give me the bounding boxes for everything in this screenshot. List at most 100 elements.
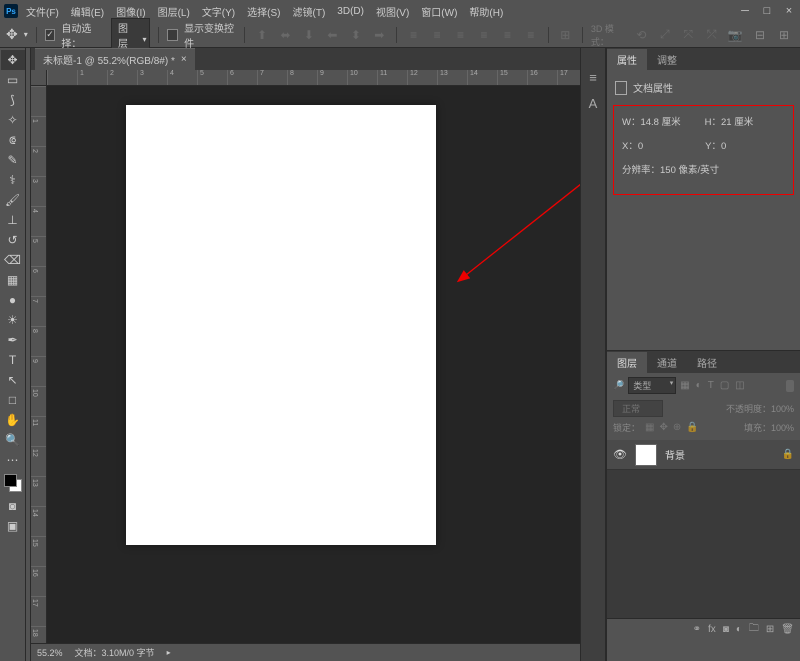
status-docinfo[interactable]: 文档：3.10M/0 字节 xyxy=(75,646,155,659)
3d-roll-icon[interactable]: ⤢ xyxy=(656,25,673,45)
history-brush-tool[interactable]: ↺ xyxy=(1,230,25,250)
magic-wand-tool[interactable]: ✧ xyxy=(1,110,25,130)
brush-tool[interactable]: 🖌 xyxy=(1,190,25,210)
show-transform-checkbox[interactable] xyxy=(167,29,178,41)
layer-thumbnail[interactable] xyxy=(635,444,657,466)
visibility-icon[interactable]: 👁 xyxy=(613,448,627,461)
document-tab[interactable]: 未标题-1 @ 55.2%(RGB/8#) * × xyxy=(35,48,195,70)
quick-mask[interactable]: ◙ xyxy=(1,496,25,516)
tab-layers[interactable]: 图层 xyxy=(607,352,647,373)
stamp-tool[interactable]: ⊥ xyxy=(1,210,25,230)
lock-position-icon[interactable]: ✥ xyxy=(659,422,667,433)
shape-tool[interactable]: □ xyxy=(1,390,25,410)
distribute-icon-6[interactable]: ≡ xyxy=(522,25,539,45)
filter-type-icon[interactable]: T xyxy=(708,380,714,391)
arrange-icon[interactable]: ⊞ xyxy=(557,25,574,45)
maximize-button[interactable]: □ xyxy=(760,4,774,18)
3d-camera-icon[interactable]: 📷 xyxy=(726,25,743,45)
new-layer-icon[interactable]: ⊞ xyxy=(766,624,774,635)
layer-lock-icon[interactable]: 🔒 xyxy=(782,449,794,460)
color-swatch[interactable] xyxy=(4,474,22,492)
align-vcenter-icon[interactable]: ⬌ xyxy=(277,25,294,45)
menu-window[interactable]: 窗口(W) xyxy=(417,2,461,21)
filter-pixel-icon[interactable]: ▦ xyxy=(680,380,689,391)
healing-brush-tool[interactable]: ⚕ xyxy=(1,170,25,190)
menu-edit[interactable]: 编辑(E) xyxy=(67,2,108,21)
lock-all-icon[interactable]: 🔒 xyxy=(686,422,698,433)
type-tool[interactable]: T xyxy=(1,350,25,370)
align-top-icon[interactable]: ⬆ xyxy=(253,25,270,45)
distribute-icon-1[interactable]: ≡ xyxy=(405,25,422,45)
ruler-horizontal[interactable]: 123456789101112131415161718 xyxy=(47,70,580,86)
crop-tool[interactable]: ⟃ xyxy=(1,130,25,150)
tab-properties[interactable]: 属性 xyxy=(607,49,647,70)
tab-adjustments[interactable]: 调整 xyxy=(647,49,687,70)
group-icon[interactable]: 🗀 xyxy=(749,621,759,638)
auto-select-target[interactable]: 图层 xyxy=(111,18,150,52)
opacity-value[interactable]: 100% xyxy=(771,404,794,414)
3d-orbit-icon[interactable]: ⟲ xyxy=(633,25,650,45)
layer-name[interactable]: 背景 xyxy=(665,447,685,462)
eraser-tool[interactable]: ⌫ xyxy=(1,250,25,270)
menu-select[interactable]: 选择(S) xyxy=(243,2,284,21)
link-layers-icon[interactable]: ⚭ xyxy=(693,624,701,635)
gradient-tool[interactable]: ▦ xyxy=(1,270,25,290)
tab-paths[interactable]: 路径 xyxy=(687,352,727,373)
align-hcenter-icon[interactable]: ⬍ xyxy=(347,25,364,45)
character-panel-icon[interactable]: A xyxy=(584,94,602,112)
filter-smart-icon[interactable]: ◫ xyxy=(735,380,744,391)
distribute-icon-3[interactable]: ≡ xyxy=(452,25,469,45)
zoom-tool[interactable]: 🔍 xyxy=(1,430,25,450)
menu-view[interactable]: 视图(V) xyxy=(372,2,413,21)
lock-artboard-icon[interactable]: ⊕ xyxy=(673,422,681,433)
layer-item-background[interactable]: 👁 背景 🔒 xyxy=(607,440,800,470)
menu-filter[interactable]: 滤镜(T) xyxy=(289,2,330,21)
adjustment-layer-icon[interactable]: ◐ xyxy=(736,624,742,635)
menu-file[interactable]: 文件(F) xyxy=(22,2,63,21)
menu-help[interactable]: 帮助(H) xyxy=(465,2,507,21)
delete-layer-icon[interactable]: 🗑 xyxy=(781,624,794,635)
align-right-icon[interactable]: ➡ xyxy=(371,25,388,45)
lock-pixels-icon[interactable]: ▦ xyxy=(645,422,654,433)
status-zoom[interactable]: 55.2% xyxy=(37,648,63,658)
filter-type-dropdown[interactable]: 类型 xyxy=(628,377,676,394)
auto-select-checkbox[interactable]: ✓ xyxy=(45,29,56,41)
3d-pan-icon[interactable]: ⤧ xyxy=(680,25,697,45)
panel-expand-icon[interactable]: ⊞ xyxy=(774,25,794,45)
canvas[interactable] xyxy=(126,105,436,545)
panel-collapse-icon[interactable]: ⊟ xyxy=(750,25,770,45)
dodge-tool[interactable]: ☀ xyxy=(1,310,25,330)
edit-toolbar[interactable]: ⋯ xyxy=(1,450,25,470)
tab-channels[interactable]: 通道 xyxy=(647,352,687,373)
distribute-icon-2[interactable]: ≡ xyxy=(428,25,445,45)
fill-value[interactable]: 100% xyxy=(771,423,794,433)
filter-shape-icon[interactable]: ▢ xyxy=(720,380,729,391)
distribute-icon-4[interactable]: ≡ xyxy=(475,25,492,45)
menu-type[interactable]: 文字(Y) xyxy=(198,2,239,21)
align-bottom-icon[interactable]: ⬇ xyxy=(300,25,317,45)
close-button[interactable]: × xyxy=(782,4,796,18)
distribute-icon-5[interactable]: ≡ xyxy=(499,25,516,45)
menu-3d[interactable]: 3D(D) xyxy=(333,4,368,19)
pen-tool[interactable]: ✒ xyxy=(1,330,25,350)
marquee-tool[interactable]: ▭ xyxy=(1,70,25,90)
lasso-tool[interactable]: ⟆ xyxy=(1,90,25,110)
path-select-tool[interactable]: ↖ xyxy=(1,370,25,390)
filter-toggle[interactable] xyxy=(786,380,794,392)
menu-layer[interactable]: 图层(L) xyxy=(154,2,194,21)
move-tool[interactable]: ✥ xyxy=(1,50,25,70)
hand-tool[interactable]: ✋ xyxy=(1,410,25,430)
blend-mode-dropdown[interactable]: 正常 xyxy=(613,400,663,417)
layer-style-icon[interactable]: fx xyxy=(708,624,716,635)
3d-slide-icon[interactable]: ⤱ xyxy=(703,25,720,45)
layer-mask-icon[interactable]: ◙ xyxy=(723,624,729,635)
minimize-button[interactable]: ─ xyxy=(738,4,752,18)
close-tab-icon[interactable]: × xyxy=(181,54,187,65)
eyedropper-tool[interactable]: ✎ xyxy=(1,150,25,170)
history-panel-icon[interactable]: ≡ xyxy=(584,68,602,86)
align-left-icon[interactable]: ⬅ xyxy=(324,25,341,45)
ruler-vertical[interactable]: 12345678910111213141516171819 xyxy=(31,86,47,643)
filter-adjust-icon[interactable]: ◐ xyxy=(696,380,702,391)
screen-mode[interactable]: ▣ xyxy=(1,516,25,536)
blur-tool[interactable]: ● xyxy=(1,290,25,310)
